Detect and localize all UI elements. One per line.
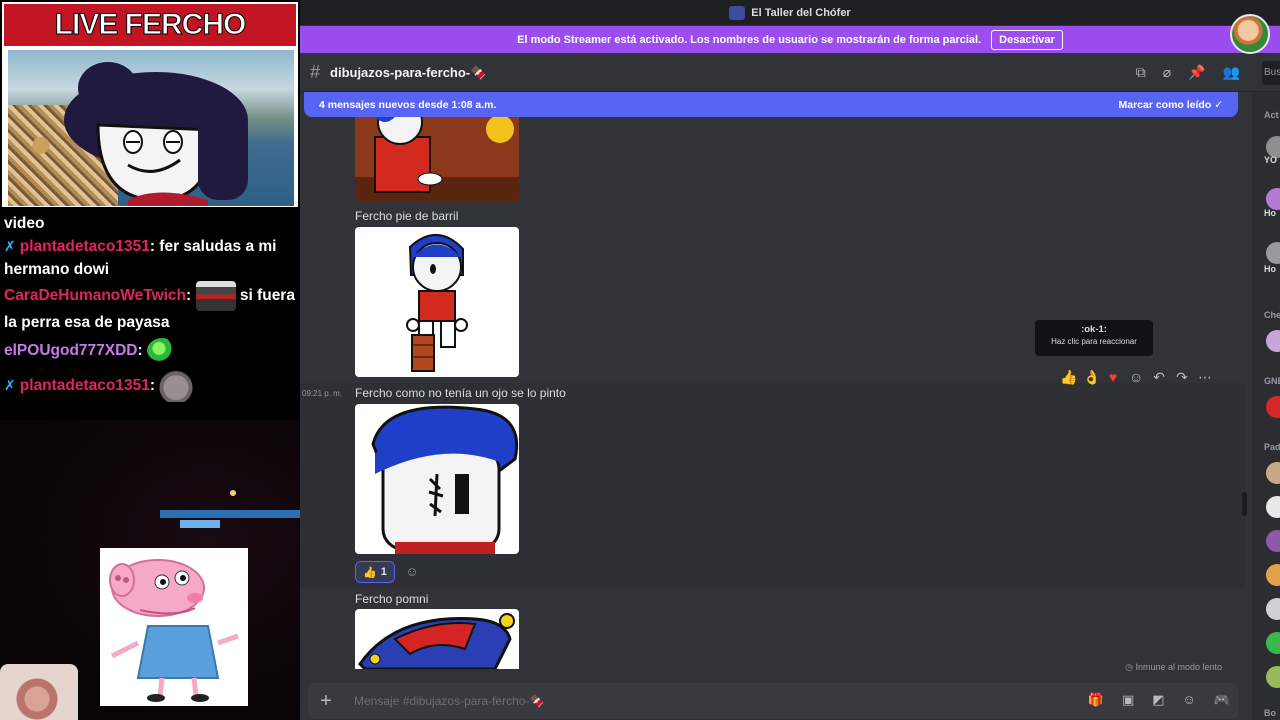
gif-icon[interactable]: ▣ bbox=[1122, 692, 1134, 708]
channel-name: dibujazos-para-fercho-🍫 bbox=[330, 64, 487, 80]
slow-mode-indicator: ◷ Inmune al modo lento bbox=[1125, 662, 1222, 672]
forward-icon[interactable]: ↷ bbox=[1175, 369, 1189, 386]
green-blob-emote bbox=[147, 338, 177, 364]
drawing-attachment[interactable] bbox=[355, 404, 519, 554]
cartoon-avatar bbox=[64, 62, 248, 206]
hash-icon: # bbox=[310, 62, 321, 82]
threads-icon[interactable]: ⧉ bbox=[1136, 64, 1146, 81]
possum-emote bbox=[159, 370, 194, 402]
avatar[interactable] bbox=[1266, 598, 1280, 620]
member-group-header: Act bbox=[1264, 110, 1279, 120]
drawing-attachment[interactable] bbox=[355, 117, 519, 201]
avatar[interactable] bbox=[1266, 496, 1280, 518]
search-input[interactable]: Bus bbox=[1262, 61, 1280, 85]
new-messages-text: 4 mensajes nuevos desde 1:08 a.m. bbox=[319, 98, 497, 111]
reaction-thumbs-up[interactable]: 👍 1 bbox=[355, 561, 395, 583]
message-actions-toolbar: 👍 👌 ♥ ☺ ↶ ↷ ⋯ bbox=[1060, 364, 1212, 390]
member-group-header: GNE bbox=[1264, 376, 1280, 386]
emoji-tooltip: :ok-1: Haz clic para reaccionar bbox=[1035, 320, 1153, 356]
message-composer[interactable]: + Mensaje #dibujazos-para-fercho-🍫 🎁 ▣ ◩… bbox=[308, 683, 1238, 719]
streamer-mode-message: El modo Streamer está activado. Los nomb… bbox=[517, 33, 982, 46]
thumbs-up-icon: 👍 bbox=[363, 566, 377, 579]
avatar[interactable] bbox=[1266, 462, 1280, 484]
scrollbar-thumb[interactable] bbox=[1242, 492, 1247, 516]
add-attachment-icon[interactable]: + bbox=[308, 690, 344, 713]
member-list: Act YO Ho Ho Che GNE Pad Bo bbox=[1252, 92, 1280, 720]
message-timestamp: 09:21 p. m. bbox=[302, 389, 343, 398]
reply-icon[interactable]: ↶ bbox=[1152, 369, 1166, 386]
stream-title: LIVE FERCHO REACTION bbox=[4, 4, 296, 84]
drawing-attachment[interactable] bbox=[355, 227, 519, 377]
chat-line: CaraDeHumanoWeTwich: si fuera la perra e… bbox=[4, 281, 296, 334]
webcam-frame bbox=[8, 50, 294, 206]
window-titlebar: El Taller del Chófer bbox=[300, 0, 1280, 25]
deactivate-streamer-button[interactable]: Desactivar bbox=[991, 29, 1063, 50]
pig-sticker bbox=[100, 548, 248, 706]
avatar[interactable] bbox=[1266, 396, 1280, 418]
avatar[interactable] bbox=[1266, 530, 1280, 552]
stream-title-box: LIVE FERCHO REACTION bbox=[2, 2, 298, 207]
header-toolbar: ⧉ ⌀ 📌 👥 bbox=[1136, 64, 1240, 81]
member-name[interactable]: YO bbox=[1264, 155, 1277, 165]
notifications-muted-icon[interactable]: ⌀ bbox=[1163, 64, 1171, 81]
avatar[interactable] bbox=[1266, 188, 1280, 210]
small-webcam bbox=[0, 664, 78, 720]
member-name[interactable]: Ho bbox=[1264, 208, 1276, 218]
avatar[interactable] bbox=[1266, 330, 1280, 352]
chat-line: ✗ plantadetaco1351: fer saludas a mi herm… bbox=[4, 238, 277, 278]
drawing-attachment[interactable] bbox=[355, 609, 519, 669]
discord-window: El Taller del Chófer El modo Streamer es… bbox=[300, 0, 1280, 720]
mark-as-read-button[interactable]: Marcar como leído ✓ bbox=[1118, 99, 1223, 111]
sword-icon: ✗ bbox=[4, 377, 16, 394]
new-messages-bar[interactable]: 4 mensajes nuevos desde 1:08 a.m. Marcar… bbox=[304, 92, 1238, 117]
gift-icon[interactable]: 🎁 bbox=[1088, 692, 1104, 708]
member-group-header: Pad bbox=[1264, 442, 1280, 452]
mark-read-icon: ✓ bbox=[1214, 98, 1223, 111]
avatar[interactable] bbox=[1266, 564, 1280, 586]
member-list-icon[interactable]: 👥 bbox=[1223, 64, 1240, 81]
message-content: Fercho pomni bbox=[355, 592, 429, 606]
add-reaction-icon[interactable]: ☺ bbox=[1129, 369, 1143, 385]
activities-icon[interactable]: 🎮 bbox=[1214, 692, 1230, 708]
scrollbar[interactable] bbox=[1240, 118, 1248, 678]
chat-line: ✗ plantadetaco1351: bbox=[4, 370, 296, 402]
member-group-header: Bo bbox=[1264, 708, 1276, 718]
sword-icon: ✗ bbox=[4, 238, 16, 254]
channel-header: # dibujazos-para-fercho-🍫 ⧉ ⌀ 📌 👥 Bus bbox=[300, 54, 1280, 92]
message-list: Fercho pie de barril 09:21 p. m. Fercho … bbox=[300, 117, 1250, 677]
member-name[interactable]: Ho bbox=[1264, 264, 1276, 274]
streamer-avatar bbox=[1230, 14, 1270, 54]
chat-line: video bbox=[4, 215, 45, 232]
stream-overlay: LIVE FERCHO REACTION bbox=[0, 0, 300, 720]
streamer-mode-banner: El modo Streamer está activado. Los nomb… bbox=[300, 26, 1280, 53]
ok-hand-icon[interactable]: 👌 bbox=[1083, 369, 1100, 386]
clock-icon: ◷ bbox=[1125, 662, 1133, 672]
pin-icon[interactable]: 📌 bbox=[1188, 64, 1205, 81]
avatar[interactable] bbox=[1266, 632, 1280, 654]
more-icon[interactable]: ⋯ bbox=[1198, 369, 1212, 386]
chat-line: elPOUgod777XDD: bbox=[4, 338, 296, 364]
member-group-header: Che bbox=[1264, 310, 1280, 320]
avatar[interactable] bbox=[1266, 666, 1280, 688]
avatar[interactable] bbox=[1266, 242, 1280, 264]
tooltip-hint: Haz clic para reaccionar bbox=[1051, 337, 1137, 346]
car-emote bbox=[195, 281, 236, 311]
window-title: El Taller del Chófer bbox=[751, 6, 851, 19]
add-reaction-icon[interactable]: ☺ bbox=[403, 563, 421, 581]
composer-toolbar: 🎁 ▣ ◩ ☺ 🎮 bbox=[1088, 692, 1230, 708]
message-content: Fercho pie de barril bbox=[355, 209, 459, 223]
emoji-icon[interactable]: ☺ bbox=[1183, 692, 1196, 708]
stream-chat: video ✗ plantadetaco1351: fer saludas a m… bbox=[4, 212, 296, 402]
server-icon bbox=[729, 5, 746, 20]
message-content: Fercho como no tenía un ojo se lo pinto bbox=[355, 386, 566, 400]
tooltip-emoji-name: :ok-1: bbox=[1081, 324, 1107, 335]
sticker-icon[interactable]: ◩ bbox=[1152, 692, 1164, 708]
reaction-count: 1 bbox=[380, 566, 387, 578]
heart-icon[interactable]: ♥ bbox=[1106, 369, 1120, 385]
message-input[interactable]: Mensaje #dibujazos-para-fercho-🍫 bbox=[354, 694, 544, 708]
thumbs-up-icon[interactable]: 👍 bbox=[1060, 369, 1077, 386]
